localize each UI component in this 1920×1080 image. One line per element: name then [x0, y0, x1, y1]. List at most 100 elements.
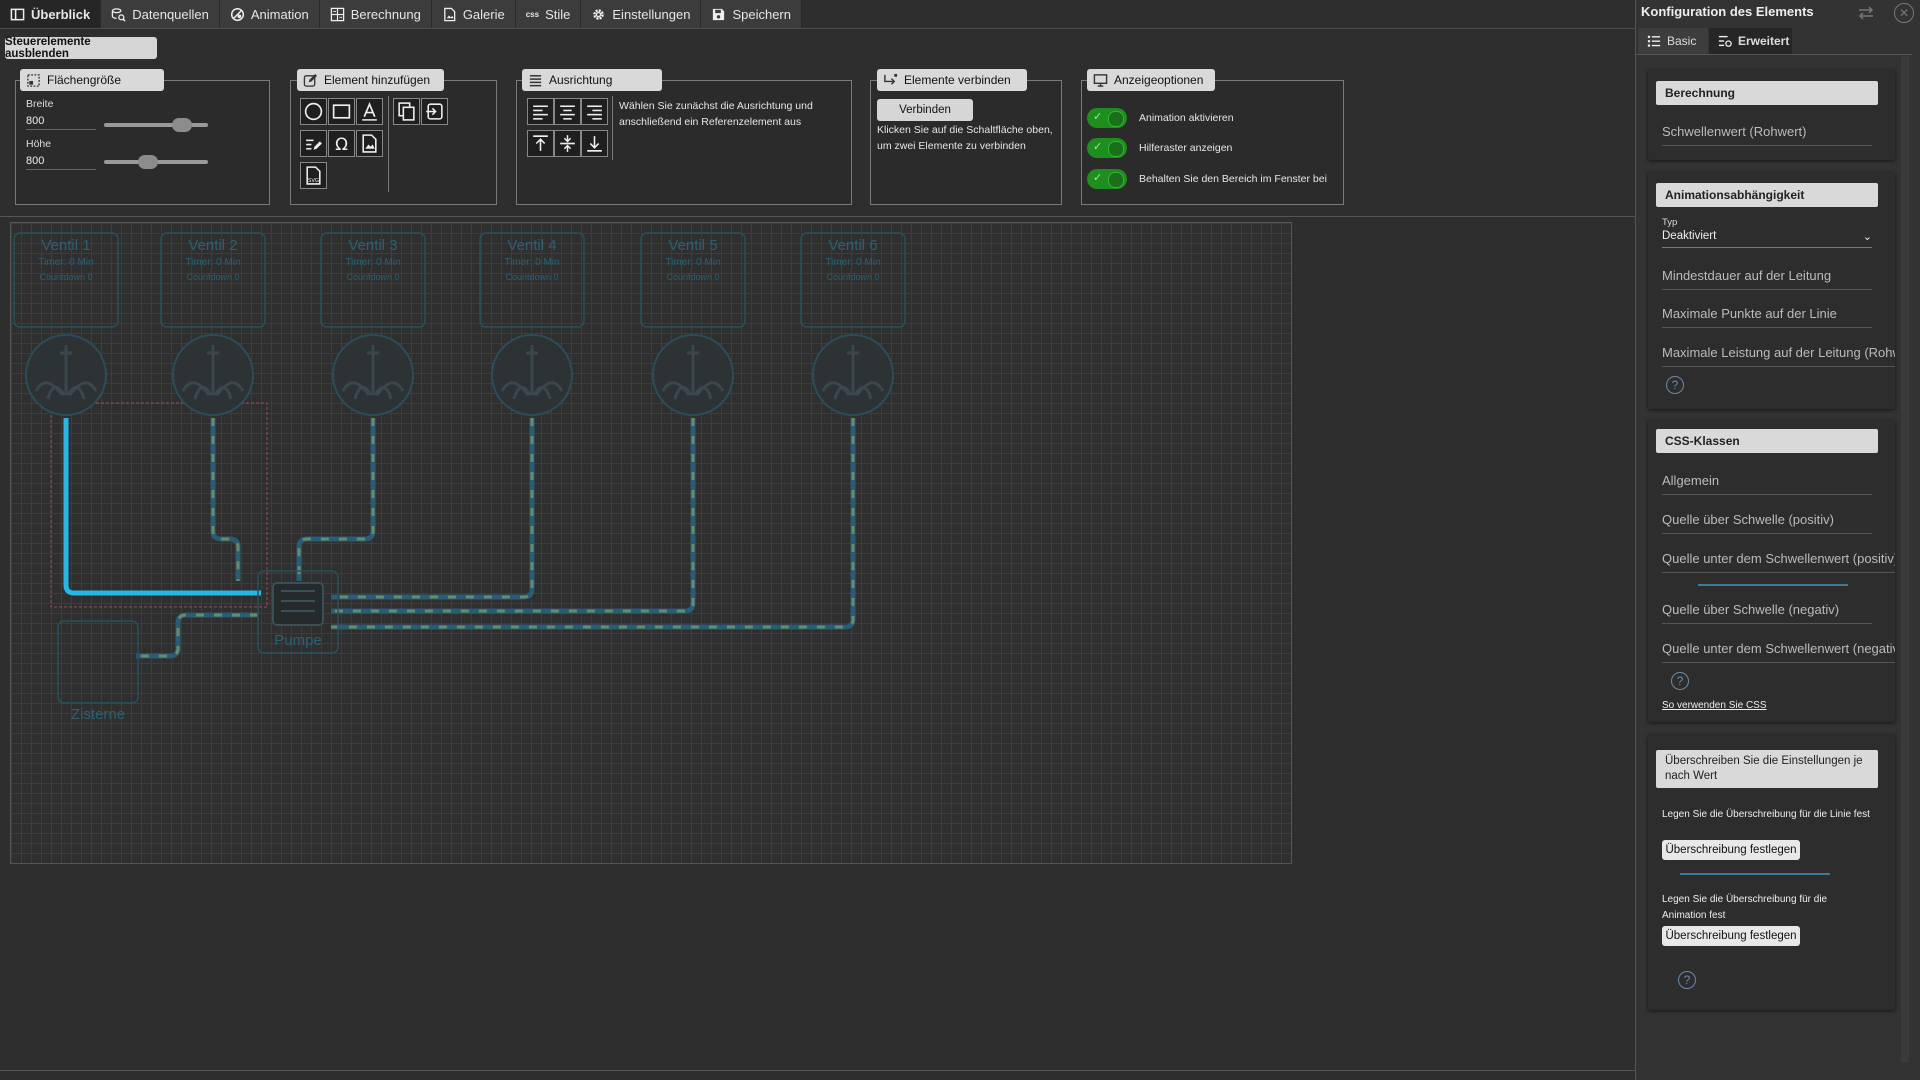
valve-timer: Timer: 0 Min: [825, 257, 880, 268]
valve-countdown: Countdown 0: [186, 272, 239, 282]
valve-timer: Timer: 0 Min: [504, 257, 559, 268]
tab-galerie[interactable]: Galerie: [431, 0, 516, 28]
pipe-ventil-1-active[interactable]: [63, 418, 261, 596]
toolbar-divider: [0, 216, 1635, 217]
tab-label: Einstellungen: [612, 6, 691, 22]
pipe-network: [136, 418, 856, 659]
main-tabbar: Überblick Datenquellen Animation Berechn…: [0, 0, 802, 28]
threshold-raw-input[interactable]: Schwellenwert (Rohwert): [1662, 124, 1872, 146]
width-slider-knob[interactable]: [172, 118, 192, 132]
calc-section-header[interactable]: Berechnung: [1656, 81, 1878, 105]
toggle-keep-in-window[interactable]: ✓: [1087, 169, 1127, 189]
add-image-button[interactable]: [356, 130, 383, 157]
toggle-helper-grid[interactable]: ✓: [1087, 138, 1127, 158]
calculator-icon: [330, 7, 344, 21]
align-bottom-button[interactable]: [581, 130, 608, 157]
tab-einstellungen[interactable]: Einstellungen: [581, 0, 702, 28]
valve-element[interactable]: Ventil 5 Timer: 0 Min Countdown 0: [640, 232, 746, 416]
sidebar-scrollbar[interactable]: [1901, 56, 1909, 1062]
css-section-header[interactable]: CSS-Klassen: [1656, 429, 1878, 453]
import-element-button[interactable]: [421, 98, 448, 125]
help-icon[interactable]: ?: [1666, 376, 1684, 394]
connect-button[interactable]: Verbinden: [877, 99, 973, 121]
add-svg-button[interactable]: SVG: [300, 162, 327, 189]
align-icon: [529, 74, 542, 86]
add-panel-divider: [388, 96, 389, 192]
valve-countdown: Countdown 0: [666, 272, 719, 282]
sidebar-title: Konfiguration des Elements: [1641, 4, 1814, 19]
align-right-button[interactable]: [581, 98, 608, 125]
css-classes-section: CSS-Klassen Allgemein Quelle über Schwel…: [1648, 420, 1895, 722]
drawing-canvas[interactable]: Ventil 1 Timer: 0 Min Countdown 0 Ventil 2 T…: [10, 222, 1292, 864]
tab-label: Stile: [545, 6, 571, 22]
valve-countdown: Countdown 0: [505, 272, 558, 282]
type-label: Typ: [1662, 217, 1678, 228]
tab-datenquellen[interactable]: Datenquellen: [101, 0, 220, 28]
type-select-value: Deaktiviert: [1662, 230, 1717, 242]
max-power-input[interactable]: Maximale Leistung auf der Leitung (Rohw: [1662, 345, 1895, 367]
add-text-button[interactable]: [356, 98, 383, 125]
type-select[interactable]: Deaktiviert ⌄: [1662, 230, 1872, 248]
height-input[interactable]: 800: [26, 155, 96, 170]
css-separator: [1698, 584, 1848, 586]
add-circle-button[interactable]: [300, 98, 327, 125]
valve-element[interactable]: Ventil 3 Timer: 0 Min Countdown 0: [320, 232, 426, 416]
valve-name: Ventil 3: [348, 237, 397, 254]
check-icon: ✓: [1093, 172, 1103, 184]
override-animation-button[interactable]: Überschreibung festlegen: [1662, 926, 1800, 946]
close-icon[interactable]: ✕: [1894, 3, 1914, 23]
cistern-element[interactable]: Zisterne: [57, 620, 139, 723]
width-input[interactable]: 800: [26, 115, 96, 130]
tab-speichern[interactable]: Speichern: [701, 0, 802, 28]
valve-element[interactable]: Ventil 2 Timer: 0 Min Countdown 0: [160, 232, 266, 416]
tab-berechnung[interactable]: Berechnung: [319, 0, 432, 28]
override-animation-text: Legen Sie die Überschreibung für die Ani…: [1662, 894, 1828, 921]
help-icon[interactable]: ?: [1671, 672, 1689, 690]
height-slider-knob[interactable]: [137, 155, 158, 169]
alignment-hint: Wählen Sie zunächst die Ausrichtung und …: [619, 100, 813, 128]
save-icon: [713, 8, 725, 20]
gear-icon: [593, 8, 605, 20]
min-duration-input[interactable]: Mindestdauer auf der Leitung: [1662, 268, 1872, 290]
tab-advanced[interactable]: Erweitert: [1709, 28, 1792, 54]
help-icon[interactable]: ?: [1678, 971, 1696, 989]
max-points-input[interactable]: Maximale Punkte auf der Linie: [1662, 306, 1872, 328]
align-middle-button[interactable]: [554, 130, 581, 157]
css-general-input[interactable]: Allgemein: [1662, 473, 1872, 495]
tab-stile[interactable]: css Stile: [515, 0, 582, 28]
valve-element[interactable]: Ventil 6 Timer: 0 Min Countdown 0: [800, 232, 906, 416]
valve-element[interactable]: Ventil 1 Timer: 0 Min Countdown 0: [13, 232, 119, 416]
add-value-button[interactable]: [300, 130, 327, 157]
tab-ueberblick[interactable]: Überblick: [0, 0, 102, 28]
css-above-negative-input[interactable]: Quelle über Schwelle (negativ): [1662, 602, 1872, 624]
override-line-button[interactable]: Überschreibung festlegen: [1662, 840, 1800, 860]
css-below-negative-input[interactable]: Quelle unter dem Schwellenwert (negativ: [1662, 641, 1895, 663]
add-symbol-button[interactable]: Ω: [328, 130, 355, 157]
toggle-animation-label: Animation aktivieren: [1139, 112, 1234, 124]
toggle-animation[interactable]: ✓: [1087, 108, 1127, 128]
copy-element-button[interactable]: [393, 98, 420, 125]
css-below-positive-input[interactable]: Quelle unter dem Schwellenwert (positiv): [1662, 551, 1895, 573]
css-icon: css: [525, 9, 540, 19]
swap-icon[interactable]: [1856, 3, 1876, 23]
width-label: Breite: [26, 98, 54, 110]
align-center-button[interactable]: [554, 98, 581, 125]
pump-element[interactable]: Pumpe: [257, 570, 339, 654]
css-above-positive-input[interactable]: Quelle über Schwelle (positiv): [1662, 512, 1872, 534]
element-config-sidebar: Konfiguration des Elements ✕ Basic Erwei…: [1635, 0, 1920, 1080]
add-rectangle-button[interactable]: [328, 98, 355, 125]
override-section-header[interactable]: Überschreiben Sie die Einstellungen je n…: [1656, 750, 1878, 788]
align-left-button[interactable]: [527, 98, 554, 125]
tab-animation[interactable]: Animation: [219, 0, 320, 28]
animation-section-header[interactable]: Animationsabhängigkeit: [1656, 183, 1878, 207]
align-top-button[interactable]: [527, 130, 554, 157]
width-slider[interactable]: [104, 118, 208, 132]
hide-controls-button[interactable]: Steuerelemente ausblenden: [5, 36, 157, 60]
css-howto-link[interactable]: So verwenden Sie CSS: [1662, 700, 1767, 711]
tab-label: Berechnung: [350, 6, 421, 22]
height-slider[interactable]: [104, 155, 208, 169]
chevron-down-icon: ⌄: [1862, 231, 1872, 243]
tab-basic[interactable]: Basic: [1638, 28, 1708, 54]
valve-name: Ventil 4: [507, 237, 556, 254]
valve-element[interactable]: Ventil 4 Timer: 0 Min Countdown 0: [479, 232, 585, 416]
